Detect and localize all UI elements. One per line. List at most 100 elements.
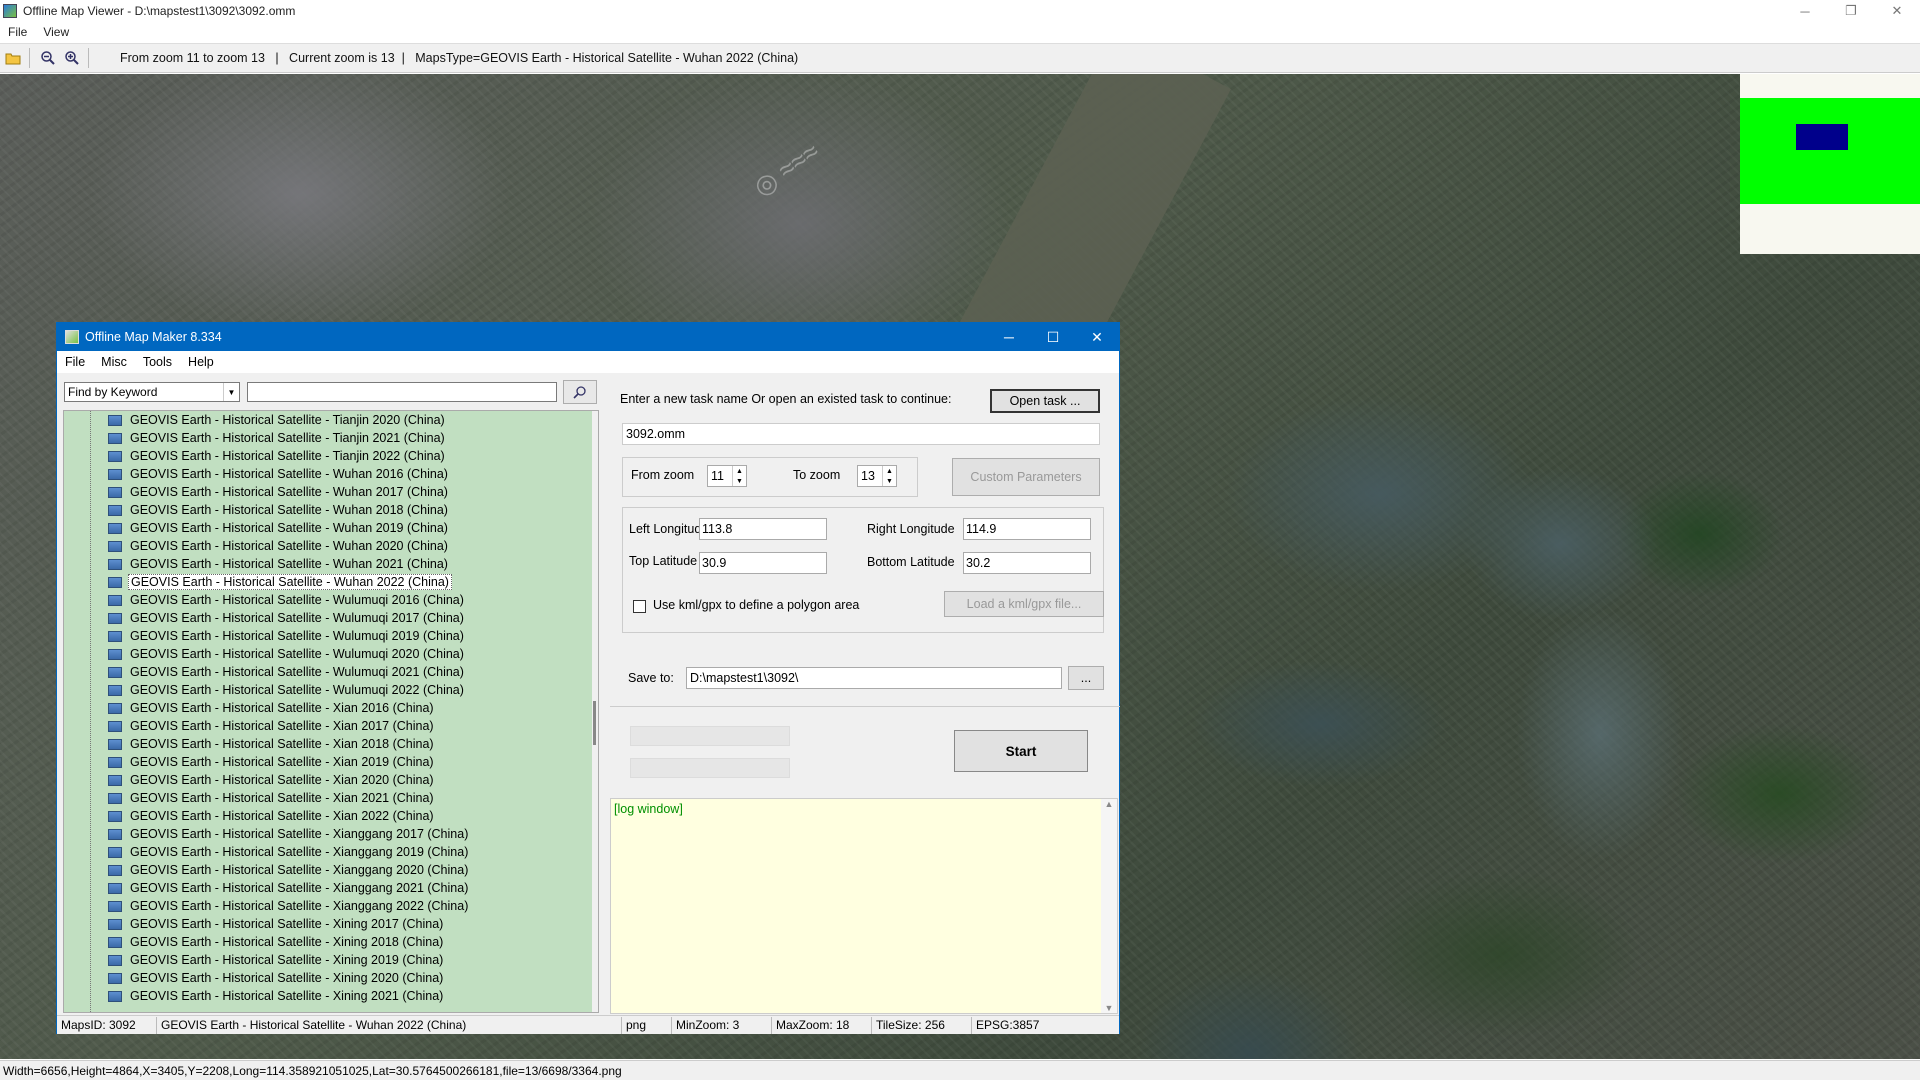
tree-scrollbar[interactable] bbox=[592, 411, 598, 1012]
search-button[interactable] bbox=[563, 380, 597, 404]
load-kml-button[interactable]: Load a kml/gpx file... bbox=[944, 591, 1104, 617]
tree-item[interactable]: GEOVIS Earth - Historical Satellite - Wu… bbox=[64, 645, 598, 663]
dialog-menu-file[interactable]: File bbox=[57, 355, 93, 369]
tree-item[interactable]: GEOVIS Earth - Historical Satellite - Xi… bbox=[64, 807, 598, 825]
scroll-up-icon[interactable]: ▲ bbox=[1105, 799, 1114, 809]
find-mode-select[interactable]: Find by Keyword ▼ bbox=[64, 382, 240, 402]
zoom-in-icon[interactable] bbox=[61, 47, 83, 69]
dialog-title-bar[interactable]: Offline Map Maker 8.334 ─ ☐ ✕ bbox=[57, 323, 1119, 351]
tree-item[interactable]: GEOVIS Earth - Historical Satellite - Xi… bbox=[64, 717, 598, 735]
dialog-menu-misc[interactable]: Misc bbox=[93, 355, 135, 369]
tree-item-label: GEOVIS Earth - Historical Satellite - Wu… bbox=[130, 521, 448, 535]
tree-item[interactable]: GEOVIS Earth - Historical Satellite - Wu… bbox=[64, 537, 598, 555]
log-scrollbar[interactable]: ▲ ▼ bbox=[1101, 799, 1117, 1013]
search-input[interactable] bbox=[247, 382, 557, 402]
menu-file[interactable]: File bbox=[0, 25, 35, 39]
tree-item[interactable]: GEOVIS Earth - Historical Satellite - Xi… bbox=[64, 915, 598, 933]
tree-item-label: GEOVIS Earth - Historical Satellite - Xi… bbox=[130, 827, 469, 841]
tree-item[interactable]: GEOVIS Earth - Historical Satellite - Wu… bbox=[64, 609, 598, 627]
custom-parameters-button[interactable]: Custom Parameters bbox=[952, 458, 1100, 496]
browse-button[interactable]: ... bbox=[1068, 666, 1104, 690]
dialog-window-controls: ─ ☐ ✕ bbox=[987, 323, 1119, 351]
tree-item-label: GEOVIS Earth - Historical Satellite - Wu… bbox=[130, 611, 464, 625]
tree-item[interactable]: GEOVIS Earth - Historical Satellite - Xi… bbox=[64, 825, 598, 843]
kml-checkbox-label[interactable]: Use kml/gpx to define a polygon area bbox=[653, 598, 859, 612]
tree-item[interactable]: GEOVIS Earth - Historical Satellite - Ti… bbox=[64, 411, 598, 429]
tree-item-label: GEOVIS Earth - Historical Satellite - Xi… bbox=[130, 881, 469, 895]
tree-item[interactable]: GEOVIS Earth - Historical Satellite - Wu… bbox=[64, 573, 598, 591]
open-task-button[interactable]: Open task ... bbox=[990, 389, 1100, 413]
tree-item[interactable]: GEOVIS Earth - Historical Satellite - Xi… bbox=[64, 969, 598, 987]
dialog-maximize-icon[interactable]: ☐ bbox=[1031, 323, 1075, 351]
restore-icon[interactable]: ❐ bbox=[1828, 0, 1874, 22]
to-zoom-stepper[interactable]: 13 ▲ ▼ bbox=[857, 465, 897, 487]
dialog-menu-help[interactable]: Help bbox=[180, 355, 222, 369]
close-icon[interactable]: ✕ bbox=[1874, 0, 1920, 22]
map-type-tree[interactable]: GEOVIS Earth - Historical Satellite - Ti… bbox=[63, 410, 599, 1013]
stepper-arrows-icon[interactable]: ▲ ▼ bbox=[882, 466, 896, 486]
tree-item[interactable]: GEOVIS Earth - Historical Satellite - Xi… bbox=[64, 699, 598, 717]
left-longitude-field[interactable]: 113.8 bbox=[699, 518, 827, 540]
map-type-icon bbox=[108, 882, 122, 894]
map-type-icon bbox=[108, 666, 122, 678]
stepper-arrows-icon[interactable]: ▲ ▼ bbox=[732, 466, 746, 486]
tree-item[interactable]: GEOVIS Earth - Historical Satellite - Xi… bbox=[64, 861, 598, 879]
tree-item-label: GEOVIS Earth - Historical Satellite - Wu… bbox=[130, 503, 448, 517]
map-type-icon bbox=[108, 540, 122, 552]
tree-item[interactable]: GEOVIS Earth - Historical Satellite - Wu… bbox=[64, 501, 598, 519]
dialog-menu-tools[interactable]: Tools bbox=[135, 355, 180, 369]
tree-item[interactable]: GEOVIS Earth - Historical Satellite - Ti… bbox=[64, 447, 598, 465]
map-type-icon bbox=[108, 720, 122, 732]
status-epsg: EPSG:3857 bbox=[976, 1018, 1040, 1032]
dialog-close-icon[interactable]: ✕ bbox=[1075, 323, 1119, 351]
tree-item[interactable]: GEOVIS Earth - Historical Satellite - Wu… bbox=[64, 465, 598, 483]
tree-item[interactable]: GEOVIS Earth - Historical Satellite - Ti… bbox=[64, 429, 598, 447]
overview-map[interactable] bbox=[1740, 74, 1920, 254]
zoom-out-icon[interactable] bbox=[37, 47, 59, 69]
dialog-minimize-icon[interactable]: ─ bbox=[987, 323, 1031, 351]
from-zoom-stepper[interactable]: 11 ▲ ▼ bbox=[707, 465, 747, 487]
tree-item[interactable]: GEOVIS Earth - Historical Satellite - Xi… bbox=[64, 789, 598, 807]
scrollbar-thumb[interactable] bbox=[593, 701, 596, 745]
map-type-icon bbox=[108, 972, 122, 984]
minimize-icon[interactable]: ─ bbox=[1782, 0, 1828, 22]
top-latitude-field[interactable]: 30.9 bbox=[699, 552, 827, 574]
tree-item[interactable]: GEOVIS Earth - Historical Satellite - Xi… bbox=[64, 843, 598, 861]
map-type-icon bbox=[108, 684, 122, 696]
tree-item[interactable]: GEOVIS Earth - Historical Satellite - Xi… bbox=[64, 771, 598, 789]
tree-item[interactable]: GEOVIS Earth - Historical Satellite - Xi… bbox=[64, 879, 598, 897]
open-folder-icon[interactable] bbox=[2, 47, 24, 69]
task-name-input[interactable]: 3092.omm bbox=[622, 423, 1100, 445]
tree-item[interactable]: GEOVIS Earth - Historical Satellite - Xi… bbox=[64, 951, 598, 969]
start-button[interactable]: Start bbox=[954, 730, 1088, 772]
tree-item[interactable]: GEOVIS Earth - Historical Satellite - Wu… bbox=[64, 627, 598, 645]
chevron-down-icon[interactable]: ▼ bbox=[223, 383, 239, 401]
tree-item[interactable]: GEOVIS Earth - Historical Satellite - Wu… bbox=[64, 681, 598, 699]
map-type-icon bbox=[108, 774, 122, 786]
overview-viewport-box[interactable] bbox=[1796, 124, 1848, 150]
tree-item[interactable]: GEOVIS Earth - Historical Satellite - Xi… bbox=[64, 897, 598, 915]
tree-item[interactable]: GEOVIS Earth - Historical Satellite - Xi… bbox=[64, 753, 598, 771]
tree-item-label: GEOVIS Earth - Historical Satellite - Xi… bbox=[130, 719, 434, 733]
dialog-app-icon bbox=[65, 330, 79, 344]
map-type-icon bbox=[108, 864, 122, 876]
tree-item[interactable]: GEOVIS Earth - Historical Satellite - Wu… bbox=[64, 555, 598, 573]
kml-checkbox[interactable] bbox=[633, 600, 646, 613]
tree-item[interactable]: GEOVIS Earth - Historical Satellite - Xi… bbox=[64, 933, 598, 951]
tree-item[interactable]: GEOVIS Earth - Historical Satellite - Xi… bbox=[64, 735, 598, 753]
scroll-down-icon[interactable]: ▼ bbox=[1105, 1003, 1114, 1013]
tree-item-label: GEOVIS Earth - Historical Satellite - Xi… bbox=[130, 899, 469, 913]
right-longitude-field[interactable]: 114.9 bbox=[963, 518, 1091, 540]
bottom-latitude-field[interactable]: 30.2 bbox=[963, 552, 1091, 574]
map-type-icon bbox=[108, 738, 122, 750]
save-path-field[interactable]: D:\mapstest1\3092\ bbox=[686, 667, 1062, 689]
menu-view[interactable]: View bbox=[35, 25, 77, 39]
tree-item[interactable]: GEOVIS Earth - Historical Satellite - Wu… bbox=[64, 591, 598, 609]
tree-item[interactable]: GEOVIS Earth - Historical Satellite - Xi… bbox=[64, 987, 598, 1005]
log-window[interactable]: [log window] ▲ ▼ bbox=[610, 798, 1118, 1014]
tree-item[interactable]: GEOVIS Earth - Historical Satellite - Wu… bbox=[64, 519, 598, 537]
map-type-icon bbox=[108, 900, 122, 912]
tree-item[interactable]: GEOVIS Earth - Historical Satellite - Wu… bbox=[64, 663, 598, 681]
tree-item[interactable]: GEOVIS Earth - Historical Satellite - Wu… bbox=[64, 483, 598, 501]
tree-item-label: GEOVIS Earth - Historical Satellite - Xi… bbox=[130, 701, 434, 715]
